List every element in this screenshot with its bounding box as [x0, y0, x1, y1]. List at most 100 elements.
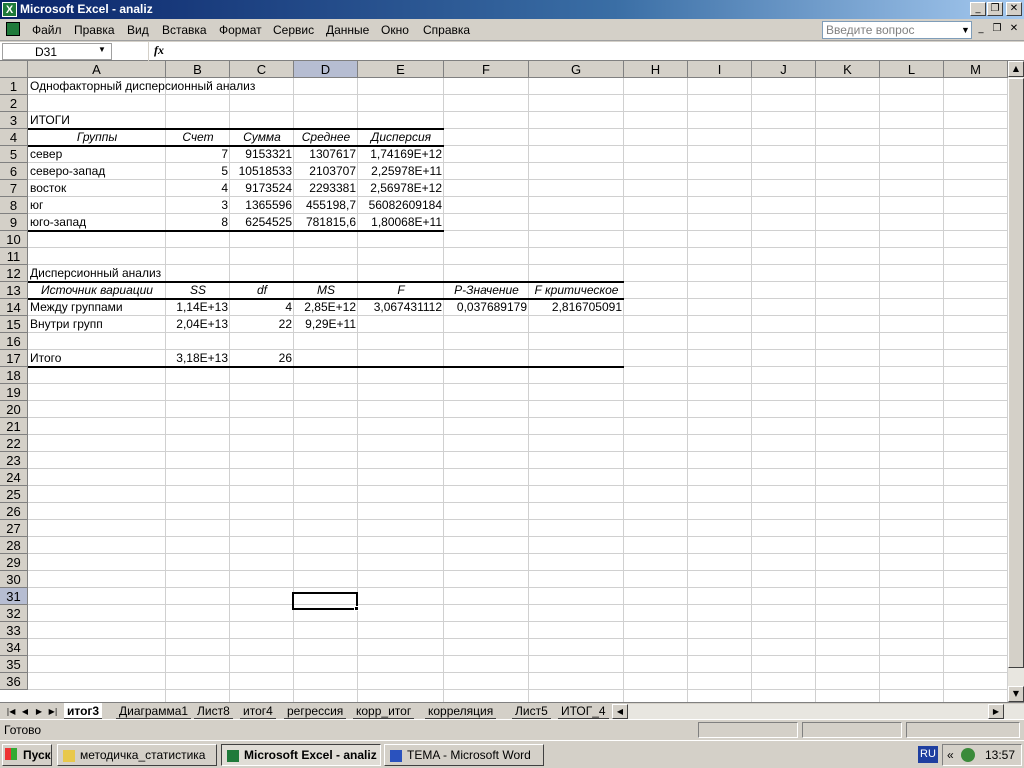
summary-cell[interactable]: северо-запад: [28, 163, 166, 180]
fill-handle[interactable]: [354, 606, 359, 611]
summary-cell[interactable]: 1307617: [294, 146, 358, 163]
column-header-k[interactable]: K: [816, 61, 880, 78]
excel-app-icon[interactable]: X: [2, 2, 17, 17]
network-icon[interactable]: [961, 748, 975, 762]
restore-button[interactable]: ❐: [987, 2, 1003, 16]
anova-header[interactable]: Источник вариации: [28, 282, 166, 299]
sheet-tab-7[interactable]: корреляция: [425, 703, 497, 719]
summary-cell[interactable]: 1,80068E+11: [358, 214, 444, 231]
doc-close-button[interactable]: ✕: [1007, 22, 1021, 36]
summary-header[interactable]: Сумма: [230, 129, 294, 146]
row-header-34[interactable]: 34: [0, 639, 28, 656]
summary-label[interactable]: ИТОГИ: [28, 112, 166, 129]
column-header-i[interactable]: I: [688, 61, 752, 78]
anova-cell[interactable]: [444, 316, 529, 333]
spreadsheet-grid[interactable]: ABCDEFGHIJKLM 1 2 3 4 5 6 7 8 9 10 11 12 13 14 15 16 17 1…: [0, 61, 1008, 702]
summary-cell[interactable]: 1,74169E+12: [358, 146, 444, 163]
row-header-31[interactable]: 31: [0, 588, 28, 605]
row-header-3[interactable]: 3: [0, 112, 28, 129]
function-icon[interactable]: fx: [154, 43, 164, 58]
anova-cell[interactable]: 22: [230, 316, 294, 333]
chevron-down-icon[interactable]: ▼: [98, 45, 106, 54]
taskbar-button-folder[interactable]: методичка_статистика: [57, 744, 217, 766]
total-cell[interactable]: 3,18E+13: [166, 350, 230, 367]
doc-restore-button[interactable]: ❐: [990, 22, 1004, 36]
anova-header[interactable]: P-Значение: [444, 282, 529, 299]
total-cell[interactable]: Итого: [28, 350, 166, 367]
summary-cell[interactable]: 2293381: [294, 180, 358, 197]
column-header-g[interactable]: G: [529, 61, 624, 78]
row-header-28[interactable]: 28: [0, 537, 28, 554]
row-header-23[interactable]: 23: [0, 452, 28, 469]
row-header-11[interactable]: 11: [0, 248, 28, 265]
row-header-24[interactable]: 24: [0, 469, 28, 486]
sheet-tab-1[interactable]: итог3: [64, 703, 103, 719]
sheet-tab-6[interactable]: корр_итог: [353, 703, 415, 719]
summary-cell[interactable]: 5: [166, 163, 230, 180]
row-header-16[interactable]: 16: [0, 333, 28, 350]
column-header-a[interactable]: A: [28, 61, 166, 78]
first-sheet-icon[interactable]: |◀: [4, 705, 18, 718]
scroll-left-icon[interactable]: ◀: [612, 704, 628, 719]
anova-cell[interactable]: 0,037689179: [444, 299, 529, 316]
row-header-29[interactable]: 29: [0, 554, 28, 571]
summary-cell[interactable]: восток: [28, 180, 166, 197]
row-header-1[interactable]: 1: [0, 78, 28, 95]
summary-header[interactable]: Группы: [28, 129, 166, 146]
sheet-tab-2[interactable]: Диаграмма1: [116, 703, 192, 719]
anova-cell[interactable]: 3,067431112: [358, 299, 444, 316]
summary-cell[interactable]: 2,25978E+11: [358, 163, 444, 180]
summary-cell[interactable]: юг: [28, 197, 166, 214]
row-header-9[interactable]: 9: [0, 214, 28, 231]
summary-cell[interactable]: 2103707: [294, 163, 358, 180]
menu-file[interactable]: Файл: [32, 23, 62, 37]
row-header-27[interactable]: 27: [0, 520, 28, 537]
summary-cell[interactable]: 4: [166, 180, 230, 197]
scroll-thumb[interactable]: [1008, 78, 1024, 668]
row-header-13[interactable]: 13: [0, 282, 28, 299]
column-header-e[interactable]: E: [358, 61, 444, 78]
select-all-corner[interactable]: [0, 61, 28, 78]
anova-cell[interactable]: 2,816705091: [529, 299, 624, 316]
summary-cell[interactable]: 781815,6: [294, 214, 358, 231]
row-header-15[interactable]: 15: [0, 316, 28, 333]
active-cell-cursor[interactable]: [292, 592, 358, 610]
sheet-tab-4[interactable]: итог4: [240, 703, 276, 719]
last-sheet-icon[interactable]: ▶|: [46, 705, 60, 718]
row-header-2[interactable]: 2: [0, 95, 28, 112]
summary-cell[interactable]: 56082609184: [358, 197, 444, 214]
question-input[interactable]: Введите вопрос: [822, 21, 972, 39]
column-header-m[interactable]: M: [944, 61, 1008, 78]
anova-header[interactable]: SS: [166, 282, 230, 299]
row-header-4[interactable]: 4: [0, 129, 28, 146]
menu-insert[interactable]: Вставка: [162, 23, 207, 37]
column-header-f[interactable]: F: [444, 61, 529, 78]
sheet-title[interactable]: Однофакторный дисперсионный анализ: [28, 78, 298, 95]
sheet-tab-3[interactable]: Лист8: [194, 703, 233, 719]
menu-view[interactable]: Вид: [127, 23, 149, 37]
row-header-26[interactable]: 26: [0, 503, 28, 520]
anova-cell[interactable]: 4: [230, 299, 294, 316]
column-header-b[interactable]: B: [166, 61, 230, 78]
row-header-10[interactable]: 10: [0, 231, 28, 248]
anova-header[interactable]: F: [358, 282, 444, 299]
summary-cell[interactable]: 8: [166, 214, 230, 231]
summary-cell[interactable]: 2,56978E+12: [358, 180, 444, 197]
anova-cell[interactable]: Внутри групп: [28, 316, 166, 333]
row-header-35[interactable]: 35: [0, 656, 28, 673]
summary-header[interactable]: Счет: [166, 129, 230, 146]
chevron-down-icon[interactable]: ▼: [960, 22, 971, 38]
anova-header[interactable]: F критическое: [529, 282, 624, 299]
expand-tray-icon[interactable]: «: [947, 748, 954, 762]
column-header-c[interactable]: C: [230, 61, 294, 78]
row-header-20[interactable]: 20: [0, 401, 28, 418]
column-header-j[interactable]: J: [752, 61, 816, 78]
anova-cell[interactable]: 1,14E+13: [166, 299, 230, 316]
summary-cell[interactable]: 6254525: [230, 214, 294, 231]
row-header-19[interactable]: 19: [0, 384, 28, 401]
column-header-l[interactable]: L: [880, 61, 944, 78]
sheet-tab-5[interactable]: регрессия: [284, 703, 347, 719]
row-header-14[interactable]: 14: [0, 299, 28, 316]
summary-cell[interactable]: 455198,7: [294, 197, 358, 214]
anova-label[interactable]: Дисперсионный анализ: [28, 265, 228, 282]
